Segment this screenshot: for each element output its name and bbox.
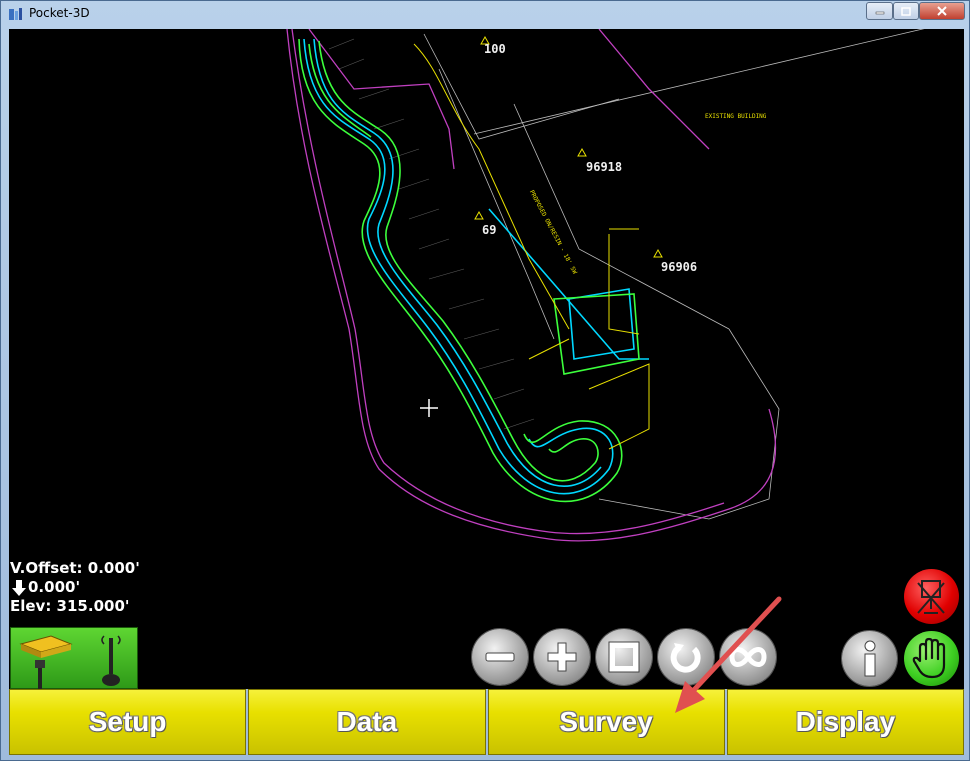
tab-display[interactable]: Display	[726, 689, 964, 755]
plus-icon	[547, 642, 577, 672]
window-title: Pocket-3D	[29, 6, 90, 20]
base-antenna-icon	[101, 635, 121, 686]
minimize-button[interactable]	[866, 2, 893, 20]
down-arrow-icon	[12, 579, 26, 596]
info-button[interactable]	[842, 631, 897, 686]
tab-survey[interactable]: Survey	[487, 689, 725, 755]
rover-receiver-icon	[19, 635, 73, 689]
maximize-button[interactable]	[893, 2, 919, 20]
info-icon	[864, 640, 875, 676]
building-label: EXISTING BUILDING	[705, 113, 767, 120]
minus-icon	[485, 652, 515, 662]
close-button[interactable]	[919, 2, 965, 20]
minimize-icon	[875, 11, 884, 15]
hand-icon	[912, 637, 946, 679]
no-edit-icon	[917, 580, 945, 614]
position-readout: V.Offset: 0.000' 0.000' Elev: 315.000'	[10, 559, 140, 616]
application-window: Pocket-3D 100 96918 69 96906 EXISTING BU…	[0, 0, 970, 761]
close-icon	[937, 6, 947, 16]
zoom-out-button[interactable]	[472, 629, 528, 685]
point-label: 100	[484, 42, 506, 56]
zoom-in-button[interactable]	[534, 629, 590, 685]
rotate-button[interactable]	[658, 629, 714, 685]
point-label: 96906	[661, 260, 698, 274]
tab-data[interactable]: Data	[248, 689, 486, 755]
site-plan-drawing	[286, 29, 925, 542]
point-label: 69	[482, 223, 497, 237]
point-label: 96918	[586, 160, 623, 174]
cut-fill-readout: 0.000'	[28, 578, 81, 596]
square-icon	[608, 641, 640, 673]
maximize-icon	[901, 6, 911, 16]
v-offset-readout: V.Offset: 0.000'	[10, 559, 140, 577]
pan-button[interactable]	[904, 631, 959, 686]
rotate-icon	[670, 643, 701, 673]
fit-view-button[interactable]	[720, 629, 776, 685]
infinity-icon	[729, 647, 767, 667]
map-view[interactable]: 100 96918 69 96906 EXISTING BUILDING PRO…	[9, 29, 964, 689]
main-tab-bar: Setup Data Survey Display	[9, 689, 964, 755]
zoom-extents-button[interactable]	[596, 629, 652, 685]
tab-setup[interactable]: Setup	[9, 689, 247, 755]
gps-status-tile[interactable]	[10, 627, 138, 689]
no-edit-button[interactable]	[904, 569, 959, 624]
app-icon	[9, 8, 22, 20]
elevation-readout: Elev: 315.000'	[10, 597, 130, 615]
title-bar[interactable]: Pocket-3D	[1, 1, 969, 29]
